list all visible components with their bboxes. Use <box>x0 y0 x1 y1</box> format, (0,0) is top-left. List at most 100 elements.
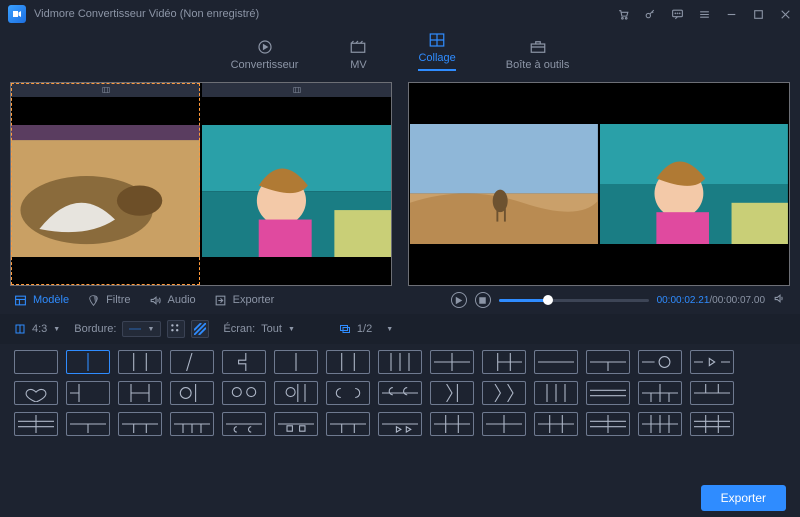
minimize-icon[interactable] <box>725 8 738 21</box>
layout-template-11[interactable] <box>534 350 578 374</box>
seek-slider[interactable] <box>499 299 649 302</box>
layout-template-36[interactable] <box>378 412 422 436</box>
chevron-down-icon: ▼ <box>147 326 154 333</box>
border-color-1[interactable] <box>167 320 185 338</box>
layout-template-15[interactable] <box>14 381 58 405</box>
layout-template-21[interactable] <box>326 381 370 405</box>
border-color-2[interactable] <box>191 320 209 338</box>
video-thumb-1 <box>11 97 200 285</box>
tab-filtre[interactable]: Filtre <box>87 294 130 307</box>
collage-slot-2[interactable] <box>202 83 391 285</box>
tab-label: Audio <box>168 294 196 306</box>
layout-template-27[interactable] <box>638 381 682 405</box>
preview-player <box>408 82 790 286</box>
window-title: Vidmore Convertisseur Vidéo (Non enregis… <box>34 8 259 20</box>
layout-template-3[interactable] <box>118 350 162 374</box>
layout-template-31[interactable] <box>118 412 162 436</box>
export-icon <box>214 294 227 307</box>
footer: Exporter <box>0 479 800 517</box>
collage-slot-1[interactable] <box>11 83 200 285</box>
layout-template-5[interactable] <box>222 350 266 374</box>
layout-template-23[interactable] <box>430 381 474 405</box>
chevron-down-icon: ▼ <box>53 326 60 333</box>
border-label: Bordure: <box>74 323 116 335</box>
layout-template-34[interactable] <box>274 412 318 436</box>
border-group: Bordure: ▼ <box>74 320 209 338</box>
layout-template-2[interactable] <box>66 350 110 374</box>
time-current: 00:00:02.21 <box>657 295 710 306</box>
nav-collage[interactable]: Collage <box>418 31 455 75</box>
template-grid <box>0 344 800 479</box>
convert-icon <box>255 38 275 56</box>
layout-template-4[interactable] <box>170 350 214 374</box>
page-selector[interactable]: 1/2 ▼ <box>339 323 393 335</box>
layout-template-28[interactable] <box>690 381 734 405</box>
layout-template-26[interactable] <box>586 381 630 405</box>
layout-template-16[interactable] <box>66 381 110 405</box>
layout-template-7[interactable] <box>326 350 370 374</box>
nav-convertisseur[interactable]: Convertisseur <box>231 38 299 75</box>
tab-label: Exporter <box>233 294 275 306</box>
layout-template-10[interactable] <box>482 350 526 374</box>
tab-exporter[interactable]: Exporter <box>214 294 275 307</box>
layout-template-1[interactable] <box>14 350 58 374</box>
ratio-selector[interactable]: 4:3 ▼ <box>14 323 60 335</box>
key-icon[interactable] <box>644 8 657 21</box>
audio-icon <box>149 294 162 307</box>
mid-bar: Modèle Filtre Audio Exporter 00:00:02.21… <box>0 286 800 314</box>
tab-modele[interactable]: Modèle <box>14 294 69 307</box>
layout-template-22[interactable] <box>378 381 422 405</box>
layout-template-6[interactable] <box>274 350 318 374</box>
layout-template-41[interactable] <box>638 412 682 436</box>
layout-template-12[interactable] <box>586 350 630 374</box>
layout-template-25[interactable] <box>534 381 578 405</box>
layout-template-8[interactable] <box>378 350 422 374</box>
border-style-select[interactable]: ▼ <box>122 321 161 337</box>
timecode: 00:00:02.21/00:00:07.00 <box>657 295 765 306</box>
nav-mv[interactable]: MV <box>348 38 368 75</box>
export-button[interactable]: Exporter <box>701 485 786 511</box>
layout-template-35[interactable] <box>326 412 370 436</box>
layout-template-14[interactable] <box>690 350 734 374</box>
screen-label: Écran: <box>223 323 255 335</box>
collage-icon <box>427 31 447 49</box>
tab-audio[interactable]: Audio <box>149 294 196 307</box>
tab-label: Filtre <box>106 294 130 306</box>
layout-template-19[interactable] <box>222 381 266 405</box>
layout-template-32[interactable] <box>170 412 214 436</box>
layout-template-29[interactable] <box>14 412 58 436</box>
window-controls <box>617 8 792 21</box>
volume-icon[interactable] <box>773 292 786 308</box>
layout-template-17[interactable] <box>118 381 162 405</box>
cart-icon[interactable] <box>617 8 630 21</box>
app-window: Vidmore Convertisseur Vidéo (Non enregis… <box>0 0 800 517</box>
layout-template-42[interactable] <box>690 412 734 436</box>
collage-editor <box>10 82 392 286</box>
layout-template-37[interactable] <box>430 412 474 436</box>
maximize-icon[interactable] <box>752 8 765 21</box>
layout-template-18[interactable] <box>170 381 214 405</box>
mv-icon <box>348 38 368 56</box>
layout-template-38[interactable] <box>482 412 526 436</box>
slot-toolbar <box>11 83 200 97</box>
screen-group[interactable]: Écran: Tout ▼ <box>223 323 295 335</box>
layout-template-9[interactable] <box>430 350 474 374</box>
toolbox-icon <box>528 38 548 56</box>
layout-template-39[interactable] <box>534 412 578 436</box>
layout-template-30[interactable] <box>66 412 110 436</box>
layout-template-24[interactable] <box>482 381 526 405</box>
stop-button[interactable] <box>475 292 491 308</box>
nav-label: Collage <box>418 52 455 64</box>
nav-boite[interactable]: Boîte à outils <box>506 38 570 75</box>
play-button[interactable] <box>451 292 467 308</box>
chevron-down-icon: ▼ <box>288 326 295 333</box>
layout-template-13[interactable] <box>638 350 682 374</box>
screens-icon <box>339 323 351 335</box>
feedback-icon[interactable] <box>671 8 684 21</box>
layout-template-40[interactable] <box>586 412 630 436</box>
menu-icon[interactable] <box>698 8 711 21</box>
ratio-icon <box>14 323 26 335</box>
layout-template-20[interactable] <box>274 381 318 405</box>
close-icon[interactable] <box>779 8 792 21</box>
layout-template-33[interactable] <box>222 412 266 436</box>
